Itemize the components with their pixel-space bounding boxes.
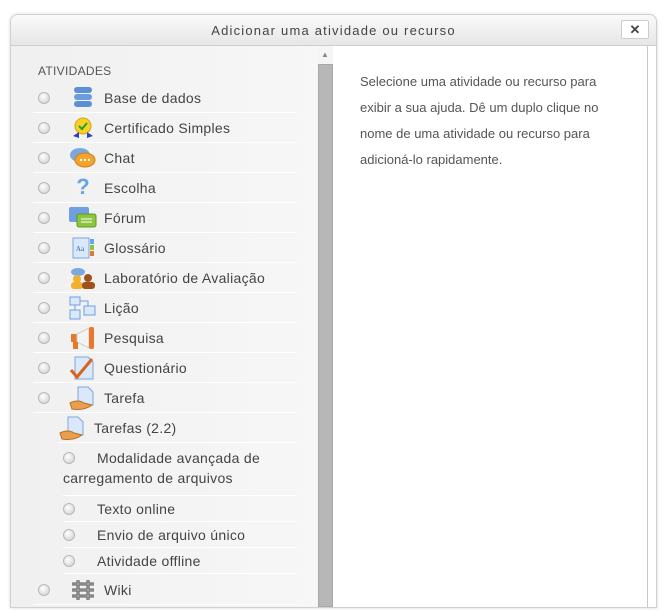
group-tarefas-2-2: Tarefas (2.2) xyxy=(58,413,297,443)
option-label: Pesquisa xyxy=(104,329,164,346)
certificate-icon xyxy=(68,116,98,140)
option-licao[interactable]: Lição xyxy=(33,293,297,323)
svg-text:Aa: Aa xyxy=(76,245,85,253)
option-label: Questionário xyxy=(104,359,187,376)
help-panel: Selecione uma atividade ou recurso para … xyxy=(333,46,648,607)
quiz-icon xyxy=(68,356,98,380)
option-forum[interactable]: Fórum xyxy=(33,203,297,233)
radio-button[interactable] xyxy=(38,301,50,314)
radio-button[interactable] xyxy=(38,361,50,374)
option-label: Envio de arquivo único xyxy=(97,527,246,543)
close-button[interactable]: ✕ xyxy=(621,20,649,39)
option-chat[interactable]: Chat xyxy=(33,143,297,173)
option-label: Wiki xyxy=(104,581,132,598)
option-label: Glossário xyxy=(104,239,166,256)
option-wiki[interactable]: Wiki xyxy=(33,575,297,605)
option-glossario[interactable]: Aa Glossário xyxy=(33,233,297,263)
option-label: Texto online xyxy=(97,501,176,517)
option-label: Lição xyxy=(104,299,139,316)
question-mark-icon: ? xyxy=(68,176,98,200)
radio-button[interactable] xyxy=(63,452,75,464)
option-label: Base de dados xyxy=(104,89,202,106)
radio-button[interactable] xyxy=(63,555,75,567)
add-activity-dialog: Adicionar uma atividade ou recurso ✕ ATI… xyxy=(10,14,657,608)
option-label-line2: carregamento de arquivos xyxy=(63,470,233,486)
option-label: Certificado Simples xyxy=(104,119,231,136)
option-label: Escolha xyxy=(104,179,156,196)
radio-button[interactable] xyxy=(38,121,50,134)
option-envio-arquivo-unico[interactable]: Envio de arquivo único xyxy=(63,522,297,548)
radio-button[interactable] xyxy=(63,529,75,541)
glossary-icon: Aa xyxy=(68,236,98,260)
assignment-icon xyxy=(68,386,98,410)
option-label: Laboratório de Avaliação xyxy=(104,269,266,286)
option-label: Tarefa xyxy=(104,389,145,406)
options-scrollbar[interactable]: ▲ xyxy=(317,46,333,607)
dialog-title: Adicionar uma atividade ou recurso xyxy=(211,23,456,38)
options-list: ATIVIDADES Base de dados Certificado Sim… xyxy=(11,46,318,607)
option-pesquisa[interactable]: Pesquisa xyxy=(33,323,297,353)
scroll-up-arrow-icon[interactable]: ▲ xyxy=(317,50,333,60)
forum-icon xyxy=(68,206,98,230)
radio-button[interactable] xyxy=(38,391,50,404)
radio-button[interactable] xyxy=(38,181,50,194)
group-label: Tarefas (2.2) xyxy=(94,419,177,436)
option-label: Fórum xyxy=(104,209,146,226)
help-text: Selecione uma atividade ou recurso para … xyxy=(360,74,599,167)
radio-button[interactable] xyxy=(38,331,50,344)
radio-button[interactable] xyxy=(38,583,50,596)
option-escolha[interactable]: ? Escolha xyxy=(33,173,297,203)
megaphone-icon xyxy=(68,326,98,350)
radio-button[interactable] xyxy=(38,151,50,164)
svg-text:?: ? xyxy=(76,176,89,199)
database-icon xyxy=(68,86,98,110)
option-texto-online[interactable]: Texto online xyxy=(63,496,297,522)
option-base-de-dados[interactable]: Base de dados xyxy=(33,83,297,113)
radio-button[interactable] xyxy=(38,91,50,104)
section-label-activities: ATIVIDADES xyxy=(38,64,112,78)
scroll-thumb[interactable] xyxy=(318,64,333,607)
option-laboratorio-de-avaliacao[interactable]: Laboratório de Avaliação xyxy=(33,263,297,293)
option-label-line1: Modalidade avançada de xyxy=(97,450,261,466)
assignment-icon xyxy=(58,416,88,440)
radio-button[interactable] xyxy=(38,211,50,224)
option-label: Chat xyxy=(104,149,135,166)
option-questionario[interactable]: Questionário xyxy=(33,353,297,383)
option-atividade-offline[interactable]: Atividade offline xyxy=(63,548,297,574)
radio-button[interactable] xyxy=(38,241,50,254)
chat-icon xyxy=(68,146,98,170)
option-label: Atividade offline xyxy=(97,553,201,569)
option-certificado-simples[interactable]: Certificado Simples xyxy=(33,113,297,143)
option-tarefa[interactable]: Tarefa xyxy=(33,383,297,413)
dialog-titlebar: Adicionar uma atividade ou recurso ✕ xyxy=(11,15,656,46)
radio-button[interactable] xyxy=(38,271,50,284)
radio-button[interactable] xyxy=(63,503,75,515)
workshop-icon xyxy=(68,266,98,290)
option-modalidade-avancada[interactable]: Modalidade avançada de carregamento de a… xyxy=(63,445,297,496)
wiki-icon xyxy=(68,578,98,602)
lesson-icon xyxy=(68,296,98,320)
